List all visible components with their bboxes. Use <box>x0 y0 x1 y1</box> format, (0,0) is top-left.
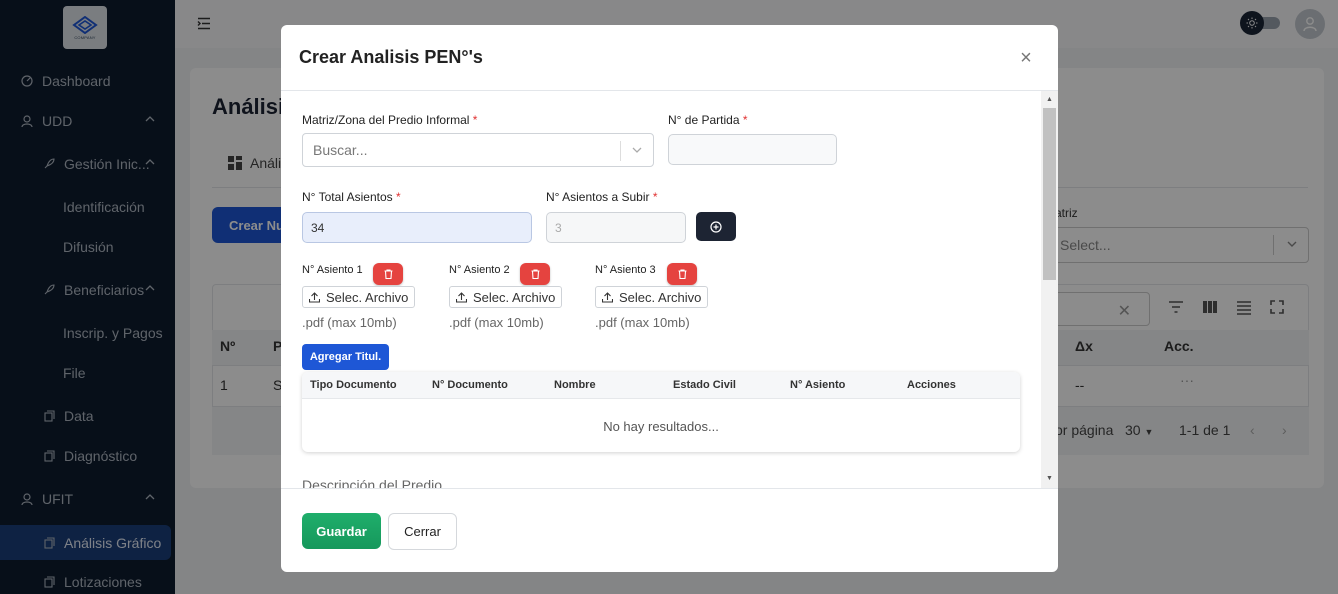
guardar-button[interactable]: Guardar <box>302 513 381 549</box>
scrollbar-thumb[interactable] <box>1043 108 1056 280</box>
trash-icon <box>678 269 686 279</box>
upload-asiento-2-button[interactable]: Selec. Archivo <box>449 286 563 308</box>
trash-icon <box>384 269 392 279</box>
partida-label: N° de Partida * <box>668 113 748 127</box>
agregar-titular-button[interactable]: Agregar Titul. <box>302 344 389 370</box>
asiento-2-hint: .pdf (max 10mb) <box>449 315 544 330</box>
scroll-down-icon[interactable]: ▼ <box>1046 475 1053 482</box>
titulares-table: Tipo Documento N° Documento Nombre Estad… <box>302 372 1020 452</box>
modal-title: Crear Analisis PEN°'s <box>299 47 483 67</box>
asiento-2-label: N° Asiento 2 <box>449 264 510 276</box>
column-header-tipo-documento: Tipo Documento <box>310 379 397 391</box>
titulares-table-header: Tipo Documento N° Documento Nombre Estad… <box>302 372 1020 399</box>
scroll-up-icon[interactable]: ▲ <box>1046 96 1053 103</box>
column-header-acciones: Acciones <box>907 379 956 391</box>
column-header-n-documento: N° Documento <box>432 379 508 391</box>
upload-icon <box>309 291 320 303</box>
upload-asiento-1-button[interactable]: Selec. Archivo <box>302 286 416 308</box>
divider <box>281 488 1058 489</box>
asiento-1-hint: .pdf (max 10mb) <box>302 315 397 330</box>
matriz-label: Matriz/Zona del Predio Informal * <box>302 113 478 127</box>
upload-icon <box>456 291 467 303</box>
matriz-select[interactable]: Buscar... <box>302 133 654 167</box>
asiento-3-label: N° Asiento 3 <box>595 264 656 276</box>
column-header-n-asiento: N° Asiento <box>790 379 846 391</box>
add-asientos-button[interactable] <box>696 212 736 241</box>
empty-state-text: No hay resultados... <box>603 419 719 434</box>
asientos-subir-label: N° Asientos a Subir * <box>546 190 658 204</box>
chevron-down-icon <box>632 147 642 153</box>
total-asientos-label: N° Total Asientos * <box>302 190 401 204</box>
crear-analisis-modal: Crear Analisis PEN°'s × Matriz/Zona del … <box>281 25 1058 572</box>
delete-asiento-2-button[interactable] <box>520 263 550 285</box>
modal-body: Matriz/Zona del Predio Informal * Buscar… <box>281 91 1041 488</box>
partida-input[interactable] <box>668 134 837 165</box>
total-asientos-input[interactable]: 34 <box>302 212 532 243</box>
close-icon[interactable]: × <box>1018 48 1034 68</box>
cerrar-button[interactable]: Cerrar <box>388 513 457 550</box>
trash-icon <box>531 269 539 279</box>
upload-icon <box>602 291 613 303</box>
asiento-1-label: N° Asiento 1 <box>302 264 363 276</box>
delete-asiento-1-button[interactable] <box>373 263 403 285</box>
descripcion-predio-label: Descripción del Predio <box>302 477 443 488</box>
delete-asiento-3-button[interactable] <box>667 263 697 285</box>
column-header-estado-civil: Estado Civil <box>673 379 736 391</box>
plus-circle-icon <box>710 220 722 233</box>
modal-scrollbar[interactable]: ▲ ▼ <box>1041 91 1058 488</box>
asiento-3-hint: .pdf (max 10mb) <box>595 315 690 330</box>
matriz-placeholder: Buscar... <box>313 142 368 158</box>
column-header-nombre: Nombre <box>554 379 596 391</box>
select-separator <box>620 141 621 161</box>
asientos-subir-input[interactable]: 3 <box>546 212 686 243</box>
upload-asiento-3-button[interactable]: Selec. Archivo <box>595 286 709 308</box>
